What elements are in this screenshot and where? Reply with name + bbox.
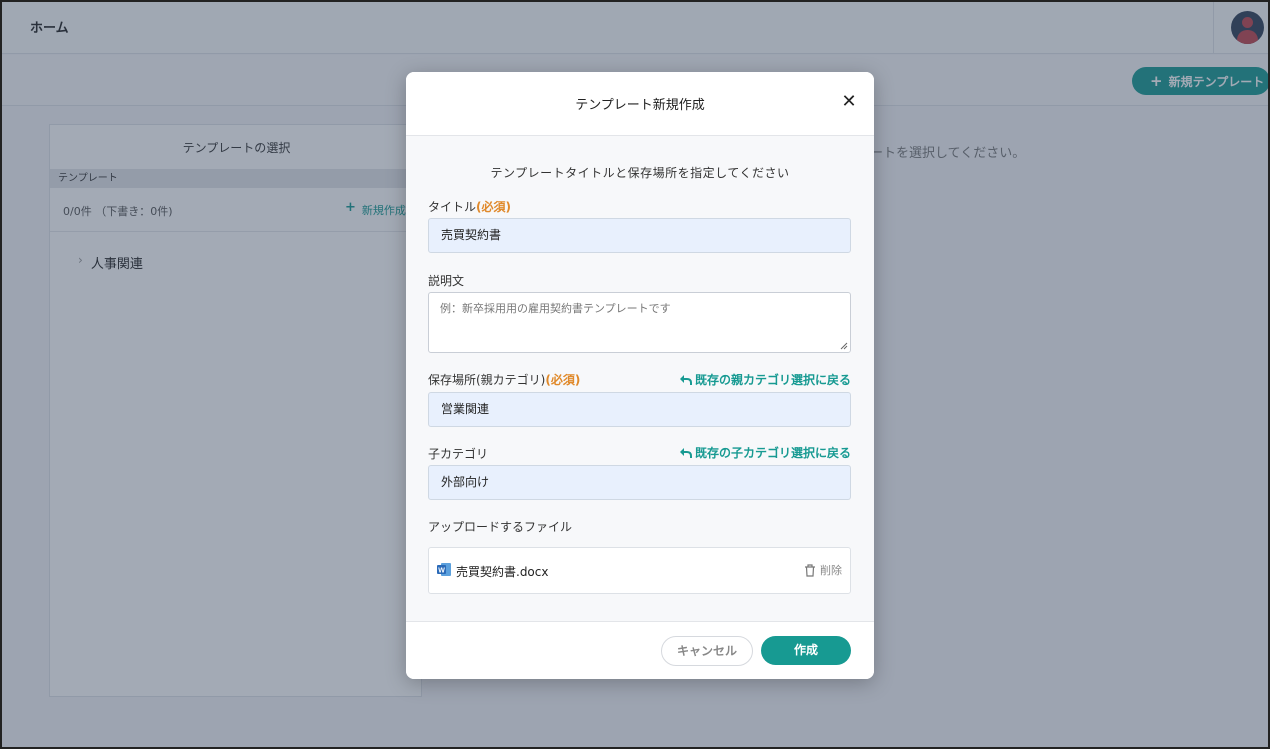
modal-footer: キャンセル 作成 — [406, 621, 874, 679]
child-category-input[interactable]: 外部向け — [428, 465, 851, 500]
title-label-text: タイトル — [428, 200, 477, 214]
cancel-button[interactable]: キャンセル — [661, 636, 753, 666]
back-to-child-category-link[interactable]: 既存の子カテゴリ選択に戻る — [679, 444, 851, 461]
undo-arrow-icon — [679, 374, 692, 385]
trash-icon — [805, 563, 815, 577]
description-placeholder: 例：新卒採用用の雇用契約書テンプレートです — [440, 302, 671, 315]
parent-category-input[interactable]: 営業関連 — [428, 392, 851, 427]
required-mark: (必須) — [476, 200, 511, 214]
modal-title: テンプレート新規作成 — [575, 98, 705, 113]
parent-category-label-text: 保存場所(親カテゴリ) — [428, 373, 546, 387]
modal-instruction: テンプレートタイトルと保存場所を指定してください — [490, 166, 790, 180]
back-link-label: 既存の親カテゴリ選択に戻る — [694, 373, 851, 387]
undo-arrow-icon — [679, 447, 692, 458]
delete-label: 削除 — [820, 564, 842, 577]
delete-file-button[interactable]: 削除 — [804, 562, 842, 578]
description-label: 説明文 — [428, 274, 465, 288]
title-input[interactable]: 売買契約書 — [428, 218, 851, 253]
uploaded-file-item: W 売買契約書.docx 削除 — [428, 547, 851, 594]
required-mark: (必須) — [545, 373, 581, 387]
upload-label: アップロードするファイル — [428, 520, 573, 534]
resize-grip-icon[interactable] — [840, 342, 848, 350]
file-name: 売買契約書.docx — [456, 565, 549, 579]
create-button[interactable]: 作成 — [761, 636, 851, 665]
back-link-label: 既存の子カテゴリ選択に戻る — [694, 446, 851, 460]
title-field-label: タイトル(必須) — [428, 198, 511, 215]
svg-text:W: W — [438, 568, 445, 575]
child-category-label: 子カテゴリ — [428, 447, 489, 461]
modal-header: テンプレート新規作成 ✕ — [406, 72, 874, 136]
description-textarea[interactable]: 例：新卒採用用の雇用契約書テンプレートです — [428, 292, 851, 353]
parent-category-label: 保存場所(親カテゴリ)(必須) — [428, 371, 580, 388]
word-file-icon: W — [437, 563, 451, 576]
close-icon[interactable]: ✕ — [840, 93, 858, 111]
back-to-parent-category-link[interactable]: 既存の親カテゴリ選択に戻る — [679, 371, 851, 388]
new-template-modal: テンプレート新規作成 ✕ テンプレートタイトルと保存場所を指定してください タイ… — [406, 72, 874, 679]
